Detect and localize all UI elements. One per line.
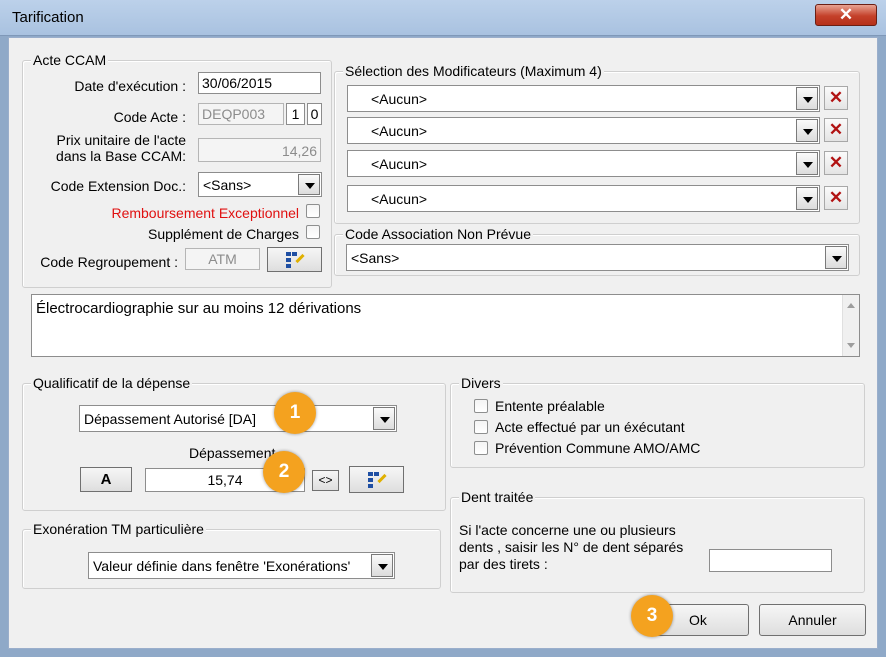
chevron-down-icon[interactable]	[371, 554, 393, 577]
chevron-down-icon[interactable]	[796, 119, 818, 142]
supplement-label: Supplément de Charges	[148, 226, 299, 242]
dent-help-line1: Si l'acte concerne une ou plusieurs	[459, 522, 676, 538]
a-button[interactable]: A	[80, 467, 132, 492]
modificateur-value-1: <Aucun>	[371, 90, 428, 107]
prevention-checkbox[interactable]	[474, 441, 488, 455]
code-regroupement-label: Code Regroupement :	[40, 254, 178, 270]
exoneration-value: Valeur définie dans fenêtre 'Exonération…	[93, 557, 351, 574]
prix-label-line1: Prix unitaire de l'acte	[56, 132, 186, 148]
calculator-icon	[285, 251, 305, 268]
exoneration-legend: Exonération TM particulière	[31, 521, 206, 537]
code-extension-label: Code Extension Doc.:	[50, 178, 186, 194]
annuler-button[interactable]: Annuler	[759, 604, 866, 636]
calculator-icon	[367, 471, 387, 488]
modificateur-select-4[interactable]: <Aucun>	[347, 185, 820, 212]
modificateur-remove-4[interactable]: ✕	[824, 186, 848, 210]
chevron-down-icon[interactable]	[825, 246, 847, 269]
remboursement-checkbox[interactable]	[306, 204, 320, 218]
modificateur-select-3[interactable]: <Aucun>	[347, 150, 820, 177]
remboursement-label: Remboursement Exceptionnel	[111, 205, 299, 221]
modificateur-value-2: <Aucun>	[371, 122, 428, 139]
code-extension-value: <Sans>	[203, 176, 252, 193]
code-phase-input[interactable]: 1	[286, 103, 305, 125]
title-bar: Tarification ✕	[0, 0, 886, 36]
entente-checkbox[interactable]	[474, 399, 488, 413]
arrows-button[interactable]: <>	[312, 470, 339, 491]
vertical-scrollbar[interactable]	[842, 295, 859, 356]
qualificatif-select[interactable]: Dépassement Autorisé [DA]	[79, 405, 397, 432]
regroupement-lookup-button[interactable]	[267, 247, 322, 272]
modificateur-remove-2[interactable]: ✕	[824, 118, 848, 142]
scroll-down-icon[interactable]	[847, 343, 855, 348]
dent-help-line3: par des tirets :	[459, 556, 548, 572]
modificateur-select-1[interactable]: <Aucun>	[347, 85, 820, 112]
step-badge-2: 2	[263, 451, 305, 493]
close-button[interactable]: ✕	[815, 4, 877, 26]
modificateurs-legend: Sélection des Modificateurs (Maximum 4)	[343, 63, 604, 79]
modificateur-remove-3[interactable]: ✕	[824, 151, 848, 175]
depassement-label: Dépassement	[189, 445, 276, 461]
prix-label-line2: dans la Base CCAM:	[56, 148, 186, 164]
chevron-down-icon[interactable]	[796, 187, 818, 210]
acte-ccam-legend: Acte CCAM	[31, 52, 109, 68]
step-badge-1: 1	[274, 392, 316, 434]
association-select[interactable]: <Sans>	[346, 244, 849, 271]
modificateur-value-3: <Aucun>	[371, 155, 428, 172]
code-extension-select[interactable]: <Sans>	[198, 172, 322, 197]
dent-legend: Dent traitée	[459, 489, 536, 505]
dent-input[interactable]	[709, 549, 832, 572]
date-label: Date d'exécution :	[74, 78, 186, 94]
modificateur-select-2[interactable]: <Aucun>	[347, 117, 820, 144]
depassement-calc-button[interactable]	[349, 466, 404, 493]
executant-label: Acte effectué par un éxécutant	[495, 419, 685, 435]
chevron-down-icon[interactable]	[298, 174, 320, 195]
qualificatif-legend: Qualificatif de la dépense	[31, 375, 193, 391]
dent-help-line2: dents , saisir les N° de dent séparés	[459, 539, 684, 555]
dialog-body: Acte CCAM Date d'exécution : 30/06/2015 …	[8, 37, 878, 649]
exoneration-select[interactable]: Valeur définie dans fenêtre 'Exonération…	[88, 552, 395, 579]
description-text: Électrocardiographie sur au moins 12 dér…	[36, 300, 362, 317]
modificateur-value-4: <Aucun>	[371, 190, 428, 207]
prevention-label: Prévention Commune AMO/AMC	[495, 440, 701, 456]
code-acte-input[interactable]: DEQP003	[198, 103, 284, 125]
code-activite-input[interactable]: 0	[307, 103, 322, 125]
scroll-up-icon[interactable]	[847, 303, 855, 308]
description-memo[interactable]: Électrocardiographie sur au moins 12 dér…	[31, 294, 860, 357]
modificateur-remove-1[interactable]: ✕	[824, 86, 848, 110]
divers-legend: Divers	[459, 375, 503, 391]
window-title: Tarification	[12, 9, 84, 26]
association-legend: Code Association Non Prévue	[343, 226, 533, 242]
qualificatif-value: Dépassement Autorisé [DA]	[84, 410, 256, 427]
prix-input[interactable]: 14,26	[198, 138, 321, 162]
supplement-checkbox[interactable]	[306, 225, 320, 239]
step-badge-3: 3	[631, 595, 673, 637]
chevron-down-icon[interactable]	[796, 87, 818, 110]
code-acte-label: Code Acte :	[113, 109, 186, 125]
association-value: <Sans>	[351, 249, 400, 266]
chevron-down-icon[interactable]	[796, 152, 818, 175]
entente-label: Entente préalable	[495, 398, 605, 414]
date-input[interactable]: 30/06/2015	[198, 72, 321, 94]
chevron-down-icon[interactable]	[373, 407, 395, 430]
executant-checkbox[interactable]	[474, 420, 488, 434]
code-regroupement-input[interactable]: ATM	[185, 248, 260, 270]
